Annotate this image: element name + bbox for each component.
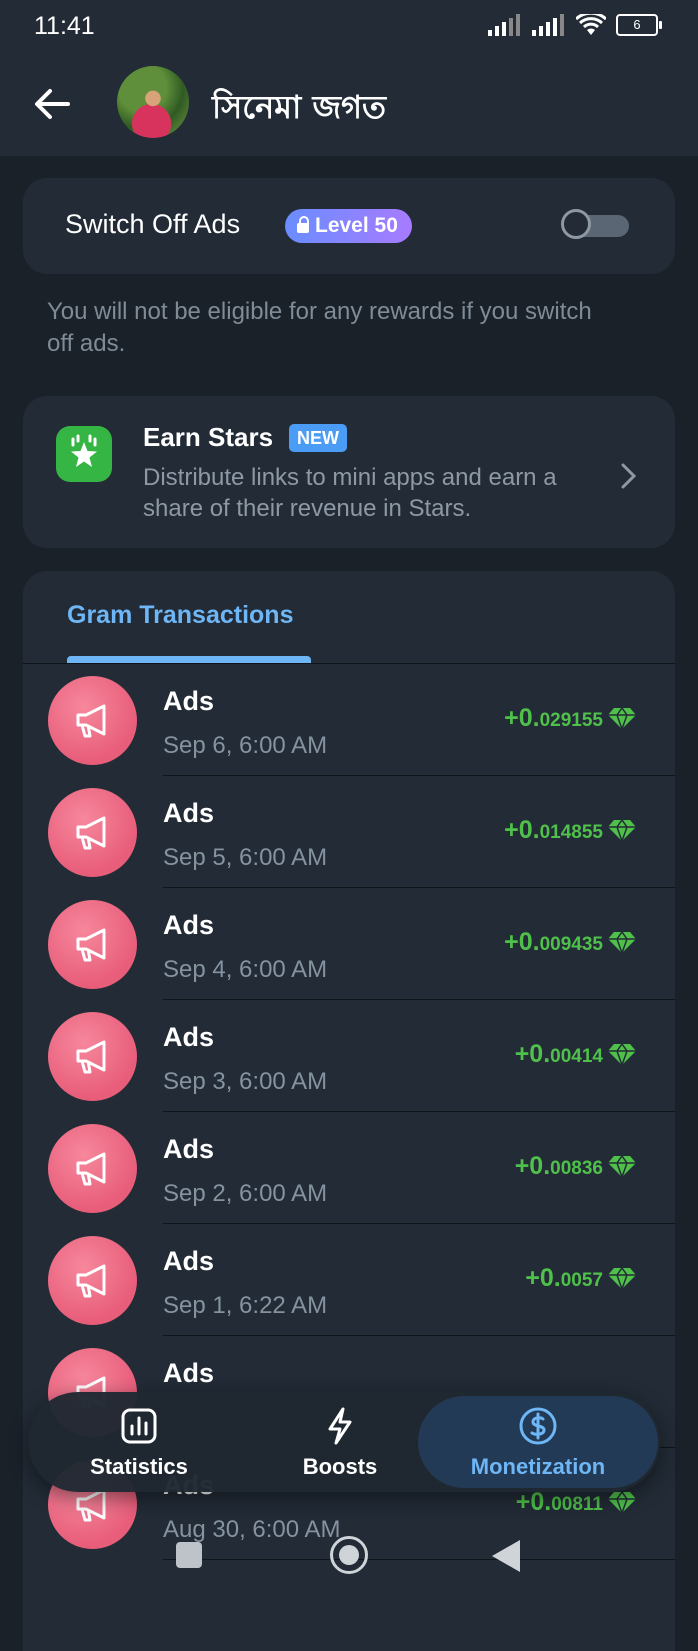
transaction-date: Sep 2, 6:00 AM	[163, 1180, 328, 1207]
status-bar: 11:41 6	[0, 0, 698, 52]
transaction-name: Ads	[163, 798, 215, 828]
channel-avatar[interactable]	[117, 66, 189, 138]
new-badge: NEW	[289, 424, 347, 452]
statistics-icon	[121, 1408, 157, 1444]
megaphone-icon	[48, 676, 137, 765]
transaction-date: Sep 6, 6:00 AM	[163, 732, 328, 759]
level-badge: Level 50	[285, 209, 412, 243]
amount-fraction: 00836	[550, 1158, 603, 1179]
toggle-knob	[561, 209, 591, 239]
amount-main: +0.	[504, 816, 540, 844]
ads-toggle[interactable]	[561, 209, 629, 243]
system-navigation	[0, 1512, 698, 1600]
amount-fraction: 00414	[550, 1046, 603, 1067]
star-icon	[71, 434, 97, 467]
ton-diamond-icon	[608, 1266, 636, 1290]
switch-off-ads-card[interactable]: Switch Off Ads Level 50	[23, 178, 675, 274]
status-icons: 6	[488, 14, 662, 36]
system-back-button[interactable]	[492, 1540, 520, 1572]
transaction-name: Ads	[163, 1246, 215, 1276]
transaction-date: Sep 4, 6:00 AM	[163, 956, 328, 983]
signal-icon	[488, 14, 520, 36]
transaction-date: Sep 3, 6:00 AM	[163, 1068, 328, 1095]
amount-main: +0.	[504, 704, 540, 732]
amount-fraction: 009435	[539, 934, 603, 955]
back-arrow-icon[interactable]	[32, 84, 72, 124]
amount-main: +0.	[525, 1264, 561, 1292]
home-button[interactable]	[330, 1536, 368, 1574]
chevron-right-icon	[621, 463, 637, 489]
signal-icon-2	[532, 14, 564, 36]
bottom-navigation: Statistics Boosts Monetization	[28, 1392, 660, 1492]
tab-gram-transactions[interactable]: Gram Transactions	[67, 601, 293, 630]
transaction-date: Sep 5, 6:00 AM	[163, 844, 328, 871]
transaction-row[interactable]: Ads Sep 2, 6:00 AM +0.00836	[23, 1112, 675, 1224]
transaction-amount: +0.0057	[525, 1264, 603, 1293]
channel-title: সিনেমা জগত	[212, 88, 387, 126]
earn-stars-card[interactable]: Earn Stars NEW Distribute links to mini …	[23, 396, 675, 548]
app-header: সিনেমা জগত	[0, 52, 698, 156]
ads-note: You will not be eligible for any rewards…	[47, 298, 592, 357]
amount-main: +0.	[514, 1040, 551, 1068]
transaction-amount: +0.00414	[515, 1040, 603, 1069]
lock-icon	[297, 216, 309, 233]
megaphone-icon	[48, 1124, 137, 1213]
nav-statistics-label: Statistics	[90, 1454, 188, 1479]
transaction-name: Ads	[163, 1022, 215, 1052]
earn-stars-title: Earn Stars	[143, 422, 274, 452]
ton-diamond-icon	[608, 1154, 636, 1178]
lightning-icon	[328, 1407, 352, 1445]
transaction-amount: +0.014855	[504, 816, 603, 845]
tab-indicator	[67, 656, 311, 663]
transaction-row[interactable]: Ads Sep 6, 6:00 AM +0.029155	[23, 664, 675, 776]
nav-boosts-label: Boosts	[302, 1454, 378, 1479]
transaction-amount: +0.009435	[504, 928, 603, 957]
level-badge-text: Level 50	[315, 214, 398, 237]
switch-off-ads-label: Switch Off Ads	[65, 209, 241, 239]
recents-button[interactable]	[176, 1542, 202, 1568]
transaction-name: Ads	[163, 1134, 215, 1164]
transaction-name: Ads	[163, 1358, 215, 1388]
battery-icon: 6	[616, 14, 662, 36]
earn-stars-icon	[56, 426, 112, 482]
ton-diamond-icon	[608, 1490, 636, 1514]
amount-main: +0.	[514, 1152, 551, 1180]
transaction-row[interactable]: Ads Sep 1, 6:22 AM +0.0057	[23, 1224, 675, 1336]
amount-fraction: 014855	[539, 822, 603, 843]
transaction-amount: +0.029155	[504, 704, 603, 733]
transaction-name: Ads	[163, 910, 215, 940]
nav-monetization[interactable]: Monetization	[418, 1396, 658, 1488]
amount-fraction: 029155	[539, 710, 603, 731]
ton-diamond-icon	[608, 930, 636, 954]
transaction-row[interactable]: Ads Sep 4, 6:00 AM +0.009435	[23, 888, 675, 1000]
ton-diamond-icon	[608, 818, 636, 842]
ton-diamond-icon	[608, 1042, 636, 1066]
transaction-row[interactable]: Ads Sep 5, 6:00 AM +0.014855	[23, 776, 675, 888]
wifi-icon	[576, 14, 606, 35]
transaction-row[interactable]: Ads Sep 3, 6:00 AM +0.00414	[23, 1000, 675, 1112]
earn-stars-description: Distribute links to mini apps and earn a…	[143, 464, 557, 522]
amount-fraction: 0057	[560, 1270, 603, 1291]
nav-monetization-label: Monetization	[470, 1454, 606, 1479]
megaphone-icon	[48, 1012, 137, 1101]
megaphone-icon	[48, 788, 137, 877]
transaction-name: Ads	[163, 686, 215, 716]
ton-diamond-icon	[608, 706, 636, 730]
status-time: 11:41	[34, 12, 95, 40]
nav-statistics[interactable]: Statistics	[28, 1392, 250, 1492]
nav-boosts[interactable]: Boosts	[250, 1392, 430, 1492]
transaction-amount: +0.00836	[515, 1152, 603, 1181]
megaphone-icon	[48, 900, 137, 989]
megaphone-icon	[48, 1236, 137, 1325]
dollar-circle-icon	[519, 1407, 557, 1445]
transaction-date: Sep 1, 6:22 AM	[163, 1292, 328, 1319]
amount-main: +0.	[504, 928, 540, 956]
